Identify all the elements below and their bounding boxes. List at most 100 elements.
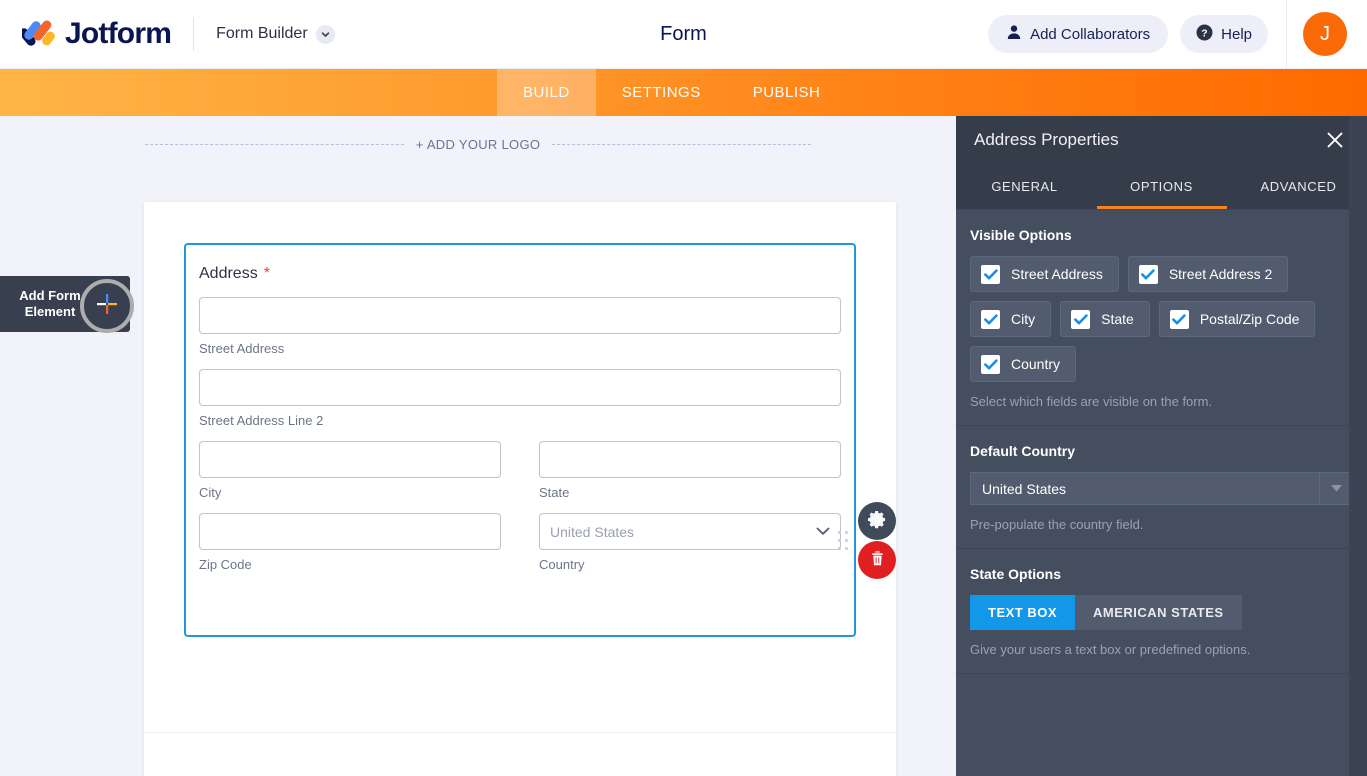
street-address-2-group: Street Address Line 2	[199, 369, 841, 428]
drag-dot	[838, 539, 841, 542]
main-nav-tabs: BUILD SETTINGS PUBLISH	[0, 69, 1367, 116]
street-address-2-input[interactable]	[199, 369, 841, 406]
zip-code-label: Zip Code	[199, 557, 252, 572]
checkmark-icon	[1138, 264, 1158, 284]
element-delete-button[interactable]	[858, 541, 896, 579]
state-input[interactable]	[539, 441, 841, 478]
panel-tab-general[interactable]: GENERAL	[956, 163, 1093, 209]
help-label: Help	[1221, 25, 1252, 43]
add-form-element-widget[interactable]: Add Form Element	[0, 276, 134, 333]
visible-options-hint: Select which fields are visible on the f…	[970, 394, 1213, 409]
state-options-title: State Options	[970, 566, 1062, 582]
state-option-text-box[interactable]: TEXT BOX	[970, 595, 1076, 630]
help-button[interactable]: ? Help	[1180, 15, 1268, 53]
panel-title: Address Properties	[974, 129, 1119, 149]
panel-tabs: GENERAL OPTIONS ADVANCED	[956, 163, 1367, 210]
tab-build[interactable]: BUILD	[497, 69, 596, 116]
trash-icon	[869, 550, 886, 570]
country-label: Country	[539, 557, 585, 572]
avatar[interactable]: J	[1303, 12, 1347, 56]
visible-options-section: Visible Options Street Address Street Ad…	[956, 210, 1367, 426]
drag-dot	[838, 547, 841, 550]
checkbox-label: City	[1011, 311, 1036, 327]
default-country-section: Default Country United States Pre-popula…	[956, 426, 1367, 549]
question-mark-icon: ?	[1196, 24, 1213, 45]
checkmark-icon	[981, 264, 1000, 284]
svg-text:?: ?	[1201, 27, 1207, 39]
chevron-down-icon	[315, 24, 335, 44]
element-settings-button[interactable]	[858, 502, 896, 540]
city-label: City	[199, 485, 222, 500]
drag-dot	[838, 531, 841, 534]
form-builder-menu[interactable]: Form Builder	[216, 24, 335, 44]
default-country-hint: Pre-populate the country field.	[970, 517, 1144, 532]
panel-scrollbar[interactable]	[1349, 116, 1367, 776]
checkmark-icon	[1169, 309, 1189, 329]
checkbox-label: State	[1101, 311, 1134, 327]
city-input[interactable]	[199, 441, 501, 478]
add-collaborators-label: Add Collaborators	[1030, 25, 1151, 43]
form-canvas: + ADD YOUR LOGO Address * Street Address …	[0, 116, 956, 776]
header-actions: Add Collaborators ? Help J	[988, 0, 1367, 68]
checkbox-label: Country	[1011, 356, 1061, 372]
checkbox-label: Street Address	[1011, 266, 1103, 282]
app-root: Jotform Form Builder Form Add Collaborat…	[0, 0, 1367, 776]
visible-options-title: Visible Options	[970, 227, 1072, 243]
address-title-text: Address	[199, 265, 258, 282]
state-option-american-states[interactable]: AMERICAN STATES	[1075, 595, 1242, 630]
state-group: State	[539, 441, 841, 500]
street-address-2-label: Street Address Line 2	[199, 413, 324, 428]
default-country-value[interactable]: United States	[970, 472, 1320, 505]
state-options-section: State Options TEXT BOX AMERICAN STATES G…	[956, 549, 1367, 674]
brand-logo[interactable]: Jotform	[0, 17, 172, 51]
country-select[interactable]: United States	[539, 513, 841, 550]
checkbox-label: Street Address 2	[1168, 266, 1273, 282]
street-address-label: Street Address	[199, 341, 285, 356]
visible-options-checkbox-grid: Street Address Street Address 2 City Sta…	[970, 256, 1353, 382]
address-field-title: Address *	[199, 265, 841, 283]
drag-dot	[845, 531, 848, 534]
state-label: State	[539, 485, 570, 500]
checkmark-icon	[1071, 309, 1091, 329]
checkbox-label: Postal/Zip Code	[1199, 311, 1300, 327]
checkbox-city[interactable]: City	[970, 301, 1052, 337]
checkbox-postal-zip-code[interactable]: Postal/Zip Code	[1158, 301, 1316, 337]
state-options-toggle: TEXT BOX AMERICAN STATES	[970, 595, 1353, 630]
panel-tab-advanced[interactable]: ADVANCED	[1230, 163, 1367, 209]
default-country-title: Default Country	[970, 443, 1075, 459]
checkbox-state[interactable]: State	[1060, 301, 1150, 337]
required-asterisk: *	[263, 265, 270, 282]
drag-dot	[845, 547, 848, 550]
add-collaborators-button[interactable]: Add Collaborators	[988, 15, 1169, 53]
panel-header: Address Properties	[956, 116, 1367, 163]
city-group: City	[199, 441, 501, 500]
header-divider	[193, 17, 195, 51]
plus-icon	[95, 292, 119, 321]
form-builder-label: Form Builder	[216, 25, 308, 42]
add-form-element-line1: Add Form	[19, 288, 81, 303]
drag-dot	[845, 539, 848, 542]
city-state-row: City State	[199, 441, 841, 500]
add-logo-strip[interactable]: + ADD YOUR LOGO	[0, 116, 956, 172]
panel-tab-options[interactable]: OPTIONS	[1093, 163, 1230, 209]
default-country-select[interactable]: United States	[970, 472, 1353, 505]
add-form-element-button[interactable]	[80, 279, 134, 333]
drag-handle[interactable]	[838, 531, 848, 553]
zip-group: Zip Code	[199, 513, 501, 572]
zip-code-input[interactable]	[199, 513, 501, 550]
tab-publish[interactable]: PUBLISH	[727, 69, 847, 116]
header-right-divider	[1286, 0, 1287, 68]
top-header: Jotform Form Builder Form Add Collaborat…	[0, 0, 1367, 69]
street-address-input[interactable]	[199, 297, 841, 334]
close-icon[interactable]	[1321, 126, 1349, 154]
dashed-line-right	[552, 143, 812, 145]
state-options-hint: Give your users a text box or predefined…	[970, 642, 1251, 657]
checkbox-country[interactable]: Country	[970, 346, 1077, 382]
brand-name: Jotform	[65, 17, 172, 50]
tab-settings[interactable]: SETTINGS	[596, 69, 727, 116]
address-form-element[interactable]: Address * Street Address Street Address L…	[184, 243, 856, 637]
person-icon	[1006, 24, 1022, 44]
checkbox-street-address-2[interactable]: Street Address 2	[1127, 256, 1289, 292]
checkbox-street-address[interactable]: Street Address	[970, 256, 1119, 292]
